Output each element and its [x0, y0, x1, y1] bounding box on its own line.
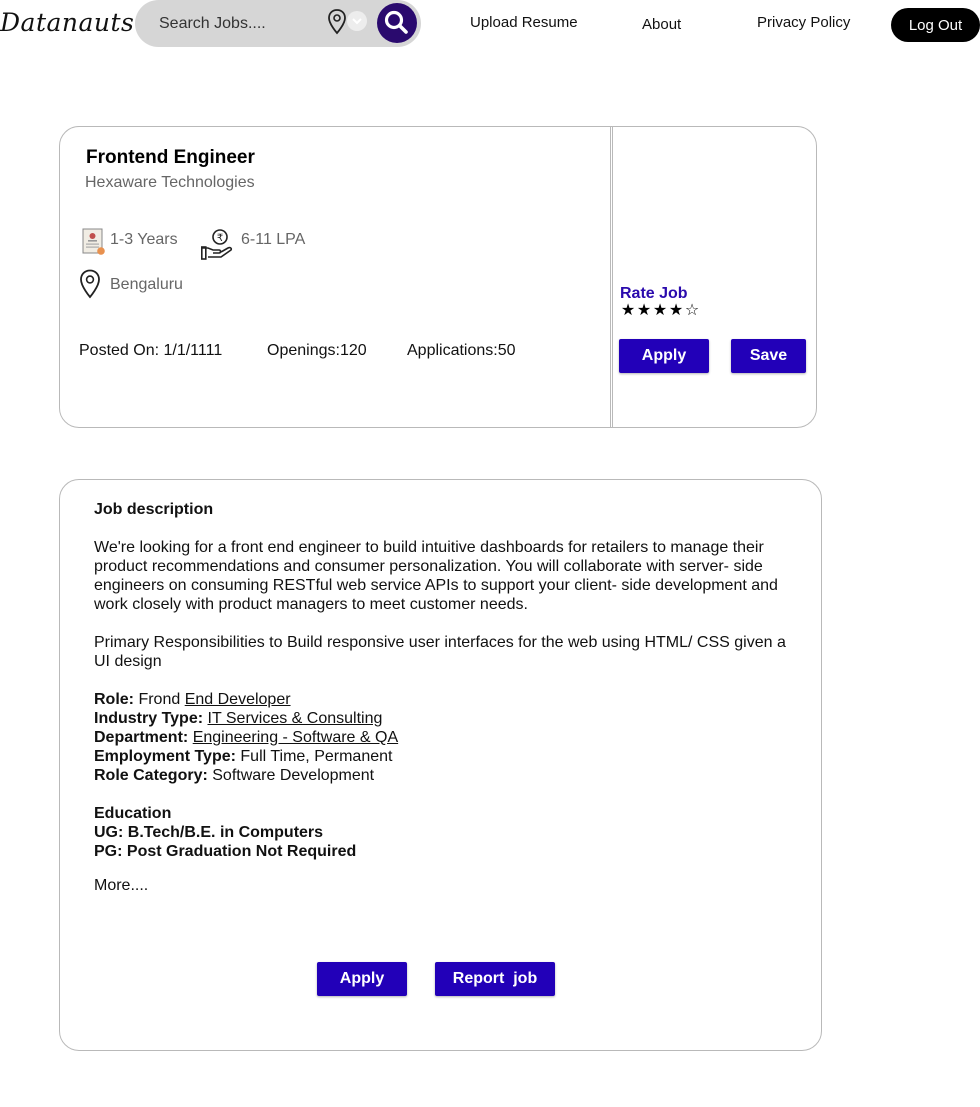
search-bar: [135, 0, 421, 47]
salary-hand-icon: ₹: [201, 228, 233, 265]
category-label: Role Category:: [94, 767, 208, 784]
role-label: Role:: [94, 691, 134, 708]
responsibilities-paragraph: Primary Responsibilities to Build respon…: [94, 634, 786, 670]
nav-privacy-policy[interactable]: Privacy Policy: [757, 14, 850, 31]
star-filled-icon[interactable]: ★: [668, 303, 684, 319]
category-value: Software Development: [212, 767, 375, 784]
rating-stars[interactable]: ★ ★ ★ ★ ☆: [620, 303, 700, 319]
description-heading: Job description: [94, 501, 214, 518]
search-input[interactable]: [159, 13, 319, 35]
description-paragraph: We're looking for a front end engineer t…: [94, 539, 778, 613]
star-filled-icon[interactable]: ★: [636, 303, 652, 319]
rate-job-label: Rate Job: [620, 285, 688, 302]
industry-label: Industry Type:: [94, 710, 204, 727]
education-ug: UG: B.Tech/B.E. in Computers: [94, 824, 324, 841]
role-row: Role: Frond End Developer: [94, 690, 794, 709]
salary-range: 6-11 LPA: [241, 231, 306, 248]
card-divider: [610, 127, 611, 427]
department-row: Department: Engineering - Software & QA: [94, 728, 794, 747]
location: Bengaluru: [110, 276, 183, 293]
experience: 1-3 Years: [110, 231, 178, 248]
department-link[interactable]: Engineering - Software & QA: [193, 729, 398, 746]
star-outline-icon[interactable]: ☆: [684, 303, 700, 319]
star-filled-icon[interactable]: ★: [652, 303, 668, 319]
logo[interactable]: Datanauts: [0, 8, 134, 37]
location-pin-icon: [79, 269, 101, 304]
nav-upload-resume[interactable]: Upload Resume: [470, 14, 578, 31]
apply-button[interactable]: Apply: [317, 962, 407, 996]
company-name[interactable]: Hexaware Technologies: [85, 174, 255, 192]
chevron-down-icon[interactable]: [347, 11, 367, 31]
search-icon: [384, 10, 408, 34]
education-pg: PG: Post Graduation Not Required: [94, 843, 357, 860]
save-button[interactable]: Save: [731, 339, 806, 373]
description-content: Job description We're looking for a fron…: [94, 500, 794, 895]
employment-label: Employment Type:: [94, 748, 236, 765]
nav-about[interactable]: About: [642, 16, 681, 33]
department-label: Department:: [94, 729, 189, 746]
job-description-card: Job description We're looking for a fron…: [59, 479, 822, 1051]
apply-button[interactable]: Apply: [619, 339, 709, 373]
report-job-button[interactable]: Report job: [435, 962, 555, 996]
location-pin-icon[interactable]: [327, 9, 347, 40]
search-button[interactable]: [377, 3, 417, 43]
openings-count: Openings:120: [267, 342, 367, 359]
svg-text:₹: ₹: [217, 233, 223, 244]
resume-icon: [82, 228, 106, 261]
role-link[interactable]: End Developer: [185, 691, 291, 708]
card-divider: [612, 127, 613, 427]
industry-row: Industry Type: IT Services & Consulting: [94, 709, 794, 728]
education-heading: Education: [94, 805, 172, 822]
industry-link[interactable]: IT Services & Consulting: [208, 710, 383, 727]
job-summary-card: Frontend Engineer Hexaware Technologies …: [59, 126, 817, 428]
applications-count: Applications:50: [407, 342, 516, 359]
job-title: Frontend Engineer: [86, 147, 255, 168]
employment-row: Employment Type: Full Time, Permanent: [94, 747, 794, 766]
more-link[interactable]: More....: [94, 876, 794, 895]
category-row: Role Category: Software Development: [94, 766, 794, 785]
posted-date: Posted On: 1/1/1111: [79, 342, 223, 359]
employment-value: Full Time, Permanent: [240, 748, 393, 765]
role-value: Frond: [138, 691, 181, 708]
star-filled-icon[interactable]: ★: [620, 303, 636, 319]
logout-button[interactable]: Log Out: [891, 8, 980, 42]
